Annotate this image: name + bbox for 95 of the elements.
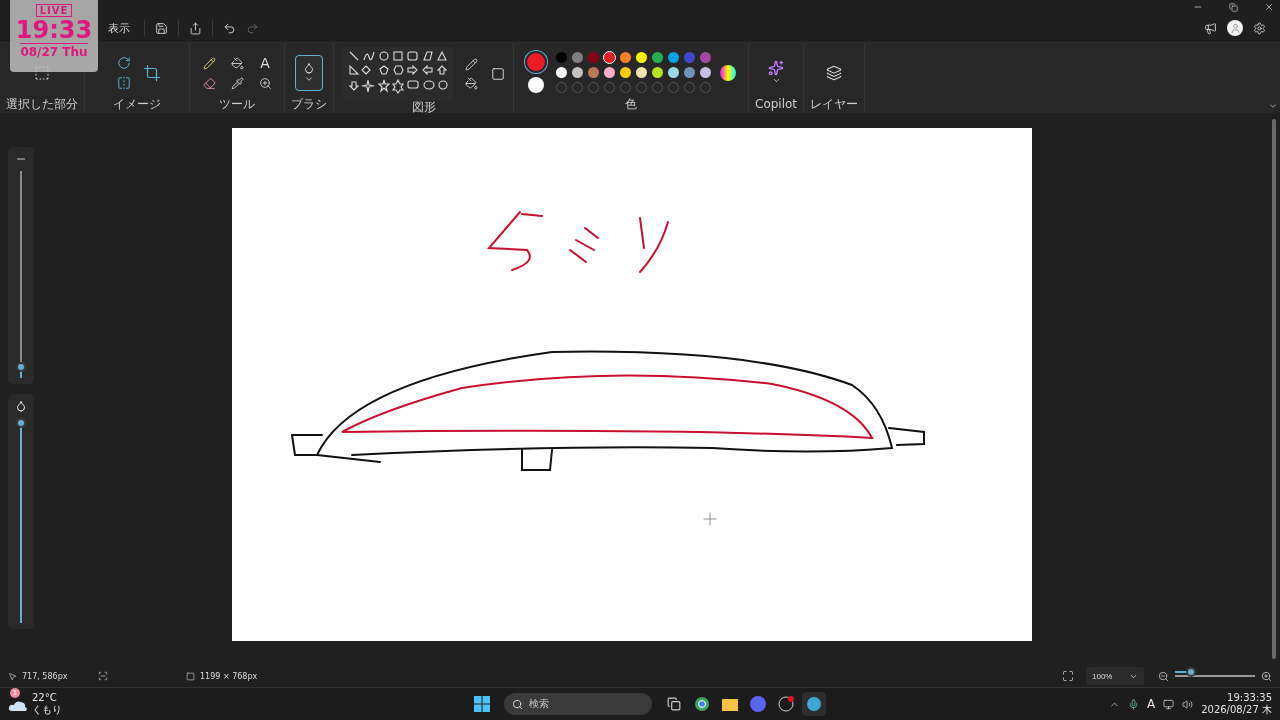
- megaphone-icon[interactable]: [1204, 21, 1217, 35]
- paint-app-icon: [806, 696, 822, 712]
- flip-icon: [117, 75, 131, 90]
- palette-swatch[interactable]: [571, 52, 583, 63]
- pencil-icon[interactable]: [202, 56, 216, 70]
- canvas-size: 1199 × 768px: [200, 671, 258, 681]
- palette-swatch[interactable]: [699, 67, 711, 78]
- share-icon[interactable]: [189, 21, 202, 35]
- palette-swatch[interactable]: [603, 67, 615, 78]
- search-field[interactable]: 検索: [504, 693, 652, 715]
- folder-icon: [722, 697, 738, 711]
- menu-item[interactable]: 表示: [104, 18, 134, 38]
- live-badge: LIVE: [35, 4, 73, 17]
- pointer-icon: [8, 671, 17, 681]
- palette-swatch[interactable]: [555, 67, 567, 78]
- current-color[interactable]: [528, 76, 544, 93]
- brush-button[interactable]: [295, 54, 323, 91]
- outline-icon: [465, 58, 478, 71]
- zoom-out-icon[interactable]: [1158, 670, 1169, 682]
- chevron-icon: [1268, 101, 1278, 111]
- fill-bucket-icon[interactable]: [230, 56, 244, 70]
- size-icon: [490, 67, 505, 81]
- shape-fill-icon: [465, 77, 478, 90]
- current-color[interactable]: [527, 52, 545, 71]
- taskbar-app[interactable]: [802, 692, 826, 716]
- scrollbar[interactable]: [1272, 119, 1276, 659]
- palette-swatch[interactable]: [571, 67, 583, 78]
- palette-swatch[interactable]: [667, 67, 679, 78]
- close-icon[interactable]: [1264, 2, 1274, 12]
- search-icon: [512, 698, 523, 710]
- zoom-in-icon[interactable]: [1261, 670, 1272, 682]
- eraser-icon[interactable]: [202, 77, 216, 90]
- palette-swatch[interactable]: [699, 52, 711, 63]
- fit-view-icon[interactable]: [1062, 670, 1074, 682]
- color-picker-icon[interactable]: [230, 77, 244, 90]
- layers-icon: [826, 64, 843, 81]
- windows-icon: [667, 697, 681, 711]
- avatar[interactable]: [1227, 20, 1243, 36]
- undo-icon[interactable]: [223, 21, 236, 35]
- overlay-date: 08/27 Thu: [20, 43, 88, 59]
- color-wheel-icon[interactable]: [719, 63, 737, 82]
- chat-app-icon: [750, 696, 766, 712]
- ime-indicator[interactable]: A: [1146, 698, 1156, 710]
- browser-icon: [694, 696, 710, 712]
- zoom-dropdown[interactable]: 100%: [1086, 667, 1144, 685]
- microphone-icon[interactable]: [1127, 698, 1139, 710]
- group-label: レイヤー: [810, 98, 859, 111]
- overlay-time: 19:33: [15, 17, 93, 43]
- selection-size-icon: [98, 671, 108, 681]
- text-tool[interactable]: A: [260, 55, 270, 71]
- group-label: 色: [625, 98, 637, 111]
- opacity-icon: [15, 400, 27, 412]
- palette-swatch[interactable]: [651, 52, 663, 63]
- group-label: イメージ: [113, 98, 161, 111]
- display-icon[interactable]: [1163, 698, 1175, 710]
- clock-time[interactable]: 19:33:35: [1227, 692, 1272, 704]
- canvas-size-icon: [186, 671, 195, 681]
- group-label: ツール: [219, 98, 255, 111]
- magnifier-icon[interactable]: [258, 77, 272, 90]
- restore-icon[interactable]: [1229, 2, 1238, 12]
- palette-swatch[interactable]: [587, 52, 599, 63]
- weather-condition: くもり: [32, 704, 62, 716]
- palette-swatch[interactable]: [683, 67, 695, 78]
- shapes-gallery[interactable]: [342, 47, 453, 101]
- group-label: 選択した部分: [6, 98, 78, 111]
- temperature: 22°C: [32, 692, 58, 704]
- resize-icon: [143, 63, 161, 82]
- speaker-icon[interactable]: [1182, 698, 1194, 710]
- group-label: 図形: [411, 101, 436, 114]
- crosshair-cursor-icon: [703, 512, 717, 526]
- palette-swatch[interactable]: [619, 52, 631, 63]
- brush-icon: [303, 61, 315, 74]
- sparkle-icon: [768, 60, 785, 76]
- palette-swatch[interactable]: [619, 67, 631, 78]
- settings-icon[interactable]: [1253, 21, 1266, 35]
- palette-swatch[interactable]: [651, 67, 663, 78]
- zoom-thumb[interactable]: [1185, 667, 1196, 677]
- palette-swatch[interactable]: [587, 67, 599, 78]
- palette-swatch[interactable]: [635, 67, 647, 78]
- palette-swatch[interactable]: [555, 52, 567, 63]
- group-label: Copilot: [755, 98, 798, 111]
- palette-swatch[interactable]: [667, 52, 679, 63]
- recorder-icon: [778, 696, 794, 712]
- rotate-icon: [117, 55, 131, 70]
- palette-swatch[interactable]: [603, 52, 615, 63]
- cloud-icon[interactable]: [8, 698, 28, 712]
- clock-date[interactable]: 2026/08/27 木: [1201, 704, 1272, 716]
- palette-swatch[interactable]: [683, 52, 695, 63]
- slider-thumb[interactable]: [16, 418, 26, 428]
- palette-swatch[interactable]: [635, 52, 647, 63]
- save-icon[interactable]: [155, 21, 168, 35]
- slider-thumb[interactable]: [16, 362, 26, 373]
- chevron-icon: [771, 76, 781, 85]
- group-label: ブラシ: [291, 98, 327, 111]
- cursor-position: 717, 586px: [22, 671, 68, 681]
